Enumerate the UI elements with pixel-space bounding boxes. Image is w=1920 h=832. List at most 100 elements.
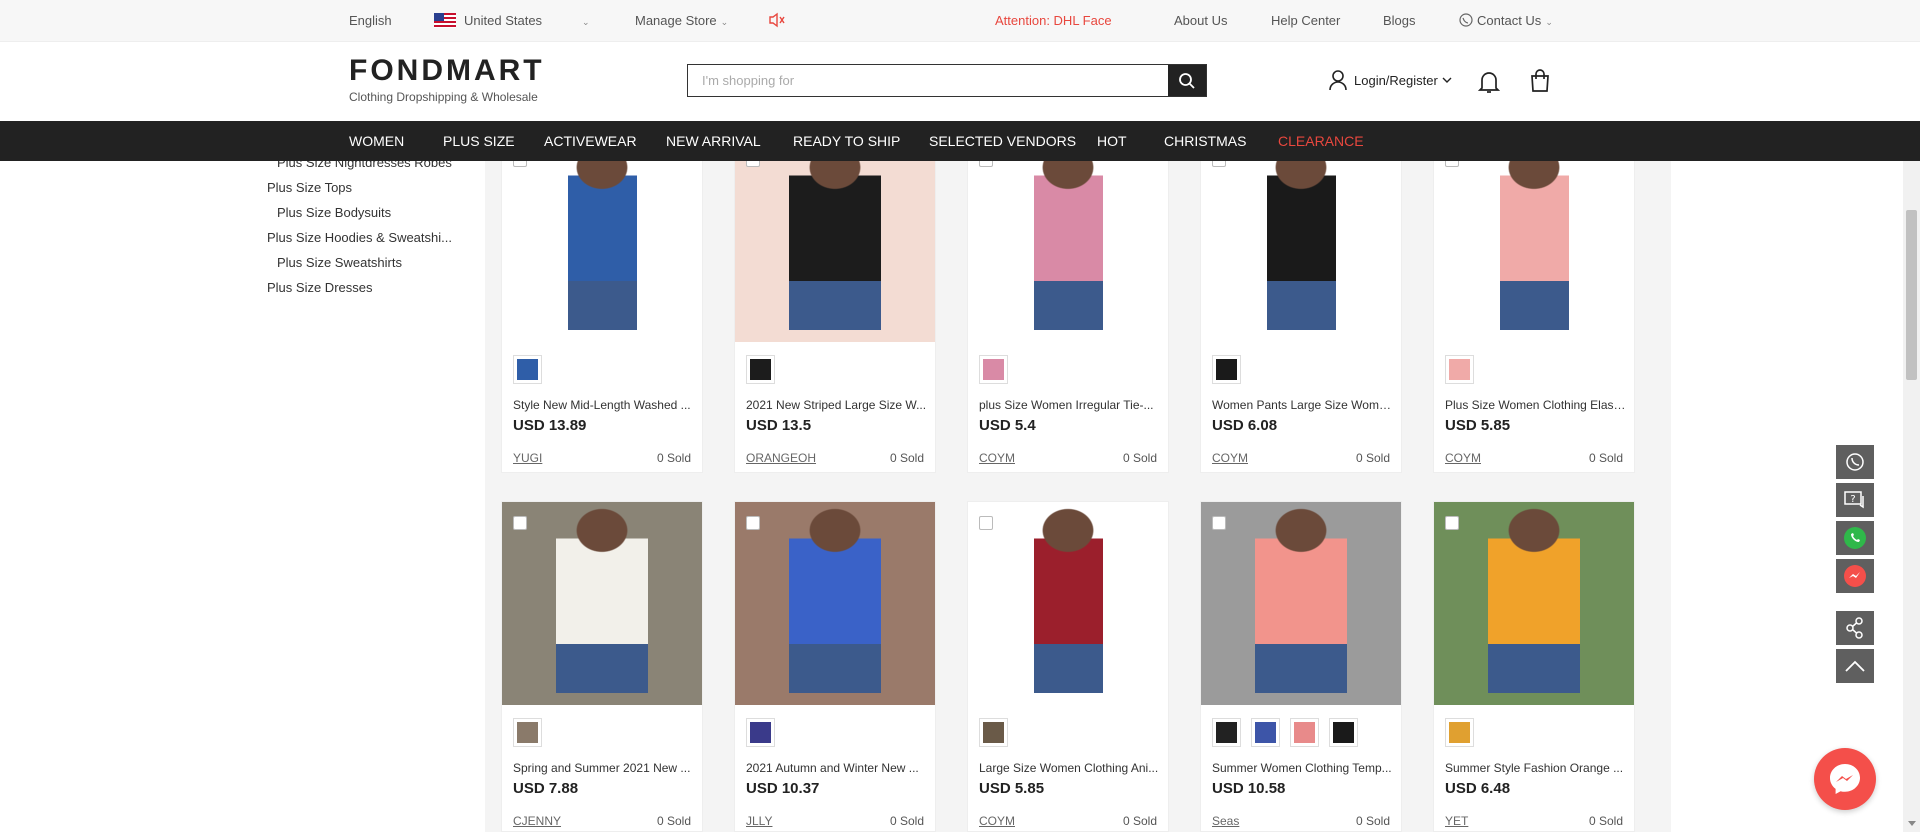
sidebar-item-dresses[interactable]: Plus Size Dresses bbox=[267, 280, 372, 295]
vendor-link[interactable]: JLLY bbox=[746, 814, 772, 828]
nav-hot[interactable]: HOT bbox=[1097, 121, 1127, 161]
language-selector[interactable]: English bbox=[349, 0, 392, 42]
product-title[interactable]: Spring and Summer 2021 New ... bbox=[513, 761, 695, 775]
color-swatch[interactable] bbox=[746, 718, 775, 747]
vendor-link[interactable]: YET bbox=[1445, 814, 1468, 828]
about-link[interactable]: About Us bbox=[1174, 0, 1227, 42]
color-swatch[interactable] bbox=[746, 355, 775, 384]
select-checkbox[interactable] bbox=[979, 516, 993, 530]
login-label: Login/Register bbox=[1354, 72, 1438, 88]
product-image[interactable] bbox=[1201, 139, 1401, 342]
color-swatch[interactable] bbox=[1329, 718, 1358, 747]
product-card[interactable]: Style New Mid-Length Washed ... USD 13.89… bbox=[501, 138, 703, 473]
vendor-link[interactable]: ORANGEOH bbox=[746, 451, 816, 465]
color-swatch[interactable] bbox=[979, 718, 1008, 747]
faq-button[interactable]: ? bbox=[1836, 483, 1874, 517]
vendor-link[interactable]: YUGI bbox=[513, 451, 542, 465]
search-button[interactable] bbox=[1168, 65, 1206, 96]
vendor-link[interactable]: COYM bbox=[979, 814, 1015, 828]
product-card[interactable]: Women Pants Large Size Wome... USD 6.08 CO… bbox=[1200, 138, 1402, 473]
nav-christmas[interactable]: CHRISTMAS bbox=[1164, 121, 1246, 161]
select-checkbox[interactable] bbox=[1212, 516, 1226, 530]
vendor-link[interactable]: COYM bbox=[979, 451, 1015, 465]
vendor-link[interactable]: COYM bbox=[1212, 451, 1248, 465]
color-swatch[interactable] bbox=[1445, 718, 1474, 747]
nav-ready-to-ship[interactable]: READY TO SHIP bbox=[793, 121, 900, 161]
product-price: USD 6.08 bbox=[1212, 417, 1278, 434]
product-card[interactable]: Spring and Summer 2021 New ... USD 7.88 CJ… bbox=[501, 501, 703, 832]
messenger-chat-button[interactable] bbox=[1814, 748, 1876, 810]
product-title[interactable]: Summer Style Fashion Orange ... bbox=[1445, 761, 1627, 775]
call-support-button[interactable] bbox=[1836, 445, 1874, 479]
product-image[interactable] bbox=[735, 502, 935, 705]
select-checkbox[interactable] bbox=[1445, 516, 1459, 530]
back-to-top-button[interactable] bbox=[1836, 649, 1874, 683]
country-selector[interactable]: United States bbox=[434, 0, 542, 42]
search-input[interactable] bbox=[688, 65, 1168, 96]
product-title[interactable]: Women Pants Large Size Wome... bbox=[1212, 398, 1394, 412]
messenger-tool-button[interactable] bbox=[1836, 559, 1874, 593]
product-image[interactable] bbox=[1434, 502, 1634, 705]
sidebar-item-hoodies[interactable]: Plus Size Hoodies & Sweatshi... bbox=[267, 230, 452, 245]
product-card[interactable]: Plus Size Women Clothing Elasti... USD 5.… bbox=[1433, 138, 1635, 473]
nav-activewear[interactable]: ACTIVEWEAR bbox=[544, 121, 637, 161]
nav-women[interactable]: WOMEN bbox=[349, 121, 404, 161]
nav-clearance[interactable]: CLEARANCE bbox=[1278, 121, 1364, 161]
shopping-bag-icon[interactable] bbox=[1529, 69, 1551, 98]
scrollbar-thumb[interactable] bbox=[1906, 210, 1917, 380]
mute-icon[interactable] bbox=[768, 0, 786, 42]
help-center-link[interactable]: Help Center bbox=[1271, 0, 1340, 42]
color-swatch[interactable] bbox=[1251, 718, 1280, 747]
vendor-link[interactable]: CJENNY bbox=[513, 814, 561, 828]
nav-plus-size[interactable]: PLUS SIZE bbox=[443, 121, 515, 161]
product-title[interactable]: 2021 Autumn and Winter New ... bbox=[746, 761, 928, 775]
product-card[interactable]: Summer Women Clothing Temp... USD 10.58 Se… bbox=[1200, 501, 1402, 832]
contact-menu[interactable]: Contact Us ⌄ bbox=[1459, 0, 1553, 42]
login-register-menu[interactable]: Login/Register bbox=[1328, 69, 1458, 91]
sidebar-item-bodysuits[interactable]: Plus Size Bodysuits bbox=[277, 205, 391, 220]
select-checkbox[interactable] bbox=[746, 516, 760, 530]
product-card[interactable]: 2021 Autumn and Winter New ... USD 10.37 J… bbox=[734, 501, 936, 832]
color-swatch[interactable] bbox=[1212, 355, 1241, 384]
color-swatch[interactable] bbox=[1212, 718, 1241, 747]
color-swatch[interactable] bbox=[1290, 718, 1319, 747]
product-image[interactable] bbox=[502, 502, 702, 705]
product-title[interactable]: Summer Women Clothing Temp... bbox=[1212, 761, 1394, 775]
product-title[interactable]: plus Size Women Irregular Tie-... bbox=[979, 398, 1161, 412]
attention-notice[interactable]: Attention: DHL Face bbox=[995, 0, 1112, 42]
color-swatch[interactable] bbox=[979, 355, 1008, 384]
chevron-down-icon[interactable]: ⌄ bbox=[578, 0, 590, 42]
scroll-down-arrow[interactable] bbox=[1908, 821, 1916, 826]
select-checkbox[interactable] bbox=[513, 516, 527, 530]
color-swatch[interactable] bbox=[513, 718, 542, 747]
manage-store-menu[interactable]: Manage Store ⌄ bbox=[635, 0, 728, 42]
product-title[interactable]: Large Size Women Clothing Ani... bbox=[979, 761, 1161, 775]
product-card[interactable]: Large Size Women Clothing Ani... USD 5.85… bbox=[967, 501, 1169, 832]
product-title[interactable]: Style New Mid-Length Washed ... bbox=[513, 398, 695, 412]
whatsapp-button[interactable] bbox=[1836, 521, 1874, 555]
color-swatch[interactable] bbox=[513, 355, 542, 384]
sold-count: 0 Sold bbox=[1588, 451, 1623, 465]
product-image[interactable] bbox=[1201, 502, 1401, 705]
product-image[interactable] bbox=[968, 139, 1168, 342]
nav-selected-vendors[interactable]: SELECTED VENDORS bbox=[929, 121, 1076, 161]
vendor-link[interactable]: Seas bbox=[1212, 814, 1239, 828]
notification-bell-icon[interactable] bbox=[1477, 70, 1501, 99]
product-image[interactable] bbox=[502, 139, 702, 342]
product-title[interactable]: Plus Size Women Clothing Elasti... bbox=[1445, 398, 1627, 412]
product-image[interactable] bbox=[1434, 139, 1634, 342]
product-card[interactable]: plus Size Women Irregular Tie-... USD 5.4… bbox=[967, 138, 1169, 473]
vendor-link[interactable]: COYM bbox=[1445, 451, 1481, 465]
product-title[interactable]: 2021 New Striped Large Size W... bbox=[746, 398, 928, 412]
product-image[interactable] bbox=[735, 139, 935, 342]
logo[interactable]: FONDMART Clothing Dropshipping & Wholesa… bbox=[349, 56, 545, 105]
sidebar-item-sweatshirts[interactable]: Plus Size Sweatshirts bbox=[277, 255, 402, 270]
color-swatch[interactable] bbox=[1445, 355, 1474, 384]
product-image[interactable] bbox=[968, 502, 1168, 705]
nav-new-arrival[interactable]: NEW ARRIVAL bbox=[666, 121, 761, 161]
sidebar-item-tops[interactable]: Plus Size Tops bbox=[267, 180, 352, 195]
product-card[interactable]: Summer Style Fashion Orange ... USD 6.48 Y… bbox=[1433, 501, 1635, 832]
share-button[interactable] bbox=[1836, 611, 1874, 645]
product-card[interactable]: 2021 New Striped Large Size W... USD 13.5… bbox=[734, 138, 936, 473]
blogs-link[interactable]: Blogs bbox=[1383, 0, 1416, 42]
